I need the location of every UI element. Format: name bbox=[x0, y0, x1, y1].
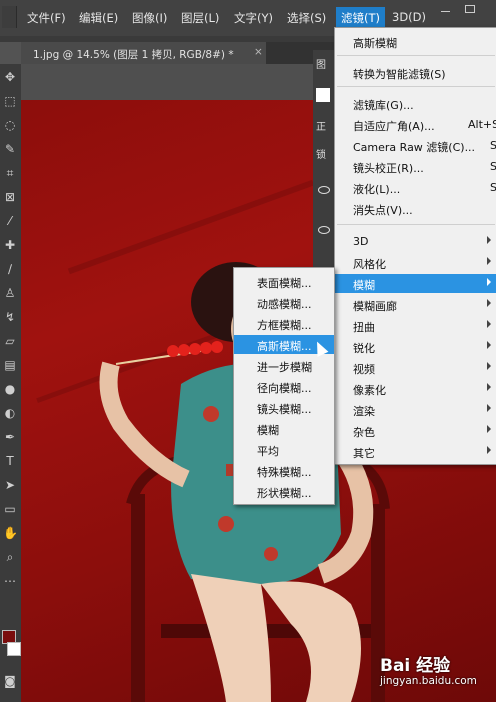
menu-item-last-filter[interactable]: 高斯模糊 bbox=[335, 32, 496, 51]
menu-item-3d[interactable]: 3D bbox=[335, 232, 496, 251]
minimize-icon[interactable] bbox=[440, 2, 452, 14]
submenu-arrow-icon bbox=[487, 341, 491, 349]
submenu-item-blur[interactable]: 模糊 bbox=[234, 419, 334, 438]
submenu-item-blur-more[interactable]: 进一步模糊 bbox=[234, 356, 334, 375]
frame-tool-icon[interactable]: ⊠ bbox=[3, 190, 17, 204]
menu-select[interactable]: 选择(S) bbox=[287, 10, 326, 26]
blur-tool-icon[interactable]: ● bbox=[3, 382, 17, 396]
gradient-tool-icon[interactable]: ▤ bbox=[3, 358, 17, 372]
zoom-tool-icon[interactable]: ⌕ bbox=[3, 550, 17, 564]
menu-item-blur[interactable]: 模糊 bbox=[335, 274, 496, 293]
document-tabs: 1.jpg @ 14.5% (图层 1 拷贝, RGB/8#) * × bbox=[21, 42, 341, 64]
submenu-arrow-icon bbox=[487, 278, 491, 286]
maximize-icon[interactable] bbox=[465, 5, 475, 13]
blur-submenu: 表面模糊... 动感模糊... 方框模糊... 高斯模糊... 进一步模糊 径向… bbox=[233, 267, 335, 505]
submenu-item-shape-blur[interactable]: 形状模糊... bbox=[234, 482, 334, 501]
hand-tool-icon[interactable]: ✋ bbox=[3, 526, 18, 540]
menu-separator bbox=[337, 224, 495, 225]
submenu-arrow-icon bbox=[487, 299, 491, 307]
text-tool-icon[interactable]: T bbox=[3, 454, 17, 468]
panel-title: 图 bbox=[316, 60, 326, 71]
menu-item-sharpen[interactable]: 锐化 bbox=[335, 337, 496, 356]
dodge-tool-icon[interactable]: ◐ bbox=[3, 406, 17, 420]
menu-item-video[interactable]: 视频 bbox=[335, 358, 496, 377]
submenu-item-box-blur[interactable]: 方框模糊... bbox=[234, 314, 334, 333]
eyedropper-tool-icon[interactable]: ⁄ bbox=[3, 214, 17, 228]
marquee-tool-icon[interactable]: ⬚ bbox=[3, 94, 17, 108]
tools-panel: ✥ ⬚ ◌ ✎ ⌗ ⊠ ⁄ ✚ ∕ ♙ ↯ ▱ ▤ ● ◐ ✒ T ➤ ▭ ✋ … bbox=[0, 64, 22, 702]
submenu-item-surface-blur[interactable]: 表面模糊... bbox=[234, 272, 334, 291]
menu-separator bbox=[337, 55, 495, 56]
menu-item-liquify[interactable]: 液化(L)... S bbox=[335, 178, 496, 197]
menu-filter[interactable]: 滤镜(T) bbox=[336, 7, 385, 29]
submenu-item-motion-blur[interactable]: 动感模糊... bbox=[234, 293, 334, 312]
shape-tool-icon[interactable]: ▭ bbox=[3, 502, 17, 516]
menu-item-render[interactable]: 渲染 bbox=[335, 400, 496, 419]
submenu-arrow-icon bbox=[487, 425, 491, 433]
menu-item-adaptive-wide-angle[interactable]: 自适应广角(A)... Alt+S bbox=[335, 115, 496, 134]
blend-mode-select[interactable]: 正 bbox=[316, 118, 326, 133]
menu-type[interactable]: 文字(Y) bbox=[234, 10, 273, 26]
submenu-arrow-icon bbox=[487, 257, 491, 265]
close-icon[interactable]: × bbox=[254, 46, 263, 58]
search-icon[interactable] bbox=[316, 88, 330, 102]
submenu-arrow-icon bbox=[487, 383, 491, 391]
menu-file[interactable]: 文件(F) bbox=[27, 10, 66, 26]
background-color-swatch[interactable] bbox=[7, 642, 21, 656]
quick-select-tool-icon[interactable]: ✎ bbox=[3, 142, 17, 156]
menu-item-blur-gallery[interactable]: 模糊画廊 bbox=[335, 295, 496, 314]
menu-item-pixelate[interactable]: 像素化 bbox=[335, 379, 496, 398]
menu-item-filter-gallery[interactable]: 滤镜库(G)... bbox=[335, 94, 496, 113]
menu-item-convert-smart-filter[interactable]: 转换为智能滤镜(S) bbox=[335, 63, 496, 82]
filter-menu: 高斯模糊 转换为智能滤镜(S) 滤镜库(G)... 自适应广角(A)... Alt… bbox=[334, 27, 496, 465]
document-tab-title: 1.jpg @ 14.5% (图层 1 拷贝, RGB/8#) * bbox=[33, 49, 234, 61]
submenu-arrow-icon bbox=[487, 446, 491, 454]
menu-item-other[interactable]: 其它 bbox=[335, 442, 496, 461]
menu-item-distort[interactable]: 扭曲 bbox=[335, 316, 496, 335]
menu-item-vanishing-point[interactable]: 消失点(V)... bbox=[335, 199, 496, 218]
path-select-tool-icon[interactable]: ➤ bbox=[3, 478, 17, 492]
submenu-item-average[interactable]: 平均 bbox=[234, 440, 334, 459]
submenu-item-radial-blur[interactable]: 径向模糊... bbox=[234, 377, 334, 396]
menu-edit[interactable]: 编辑(E) bbox=[79, 10, 118, 26]
menu-layer[interactable]: 图层(L) bbox=[181, 10, 219, 26]
healing-tool-icon[interactable]: ✚ bbox=[3, 238, 17, 252]
document-tab[interactable]: 1.jpg @ 14.5% (图层 1 拷贝, RGB/8#) * × bbox=[21, 42, 266, 64]
menu-item-stylize[interactable]: 风格化 bbox=[335, 253, 496, 272]
brush-tool-icon[interactable]: ∕ bbox=[3, 262, 17, 276]
stamp-tool-icon[interactable]: ♙ bbox=[3, 286, 17, 300]
menu-item-noise[interactable]: 杂色 bbox=[335, 421, 496, 440]
submenu-arrow-icon bbox=[487, 362, 491, 370]
crop-tool-icon[interactable]: ⌗ bbox=[3, 166, 17, 180]
quick-mask-icon[interactable]: ◙ bbox=[3, 674, 17, 688]
submenu-item-smart-blur[interactable]: 特殊模糊... bbox=[234, 461, 334, 480]
menu-image[interactable]: 图像(I) bbox=[132, 10, 167, 26]
submenu-arrow-icon bbox=[487, 236, 491, 244]
app-icon bbox=[2, 6, 17, 28]
submenu-arrow-icon bbox=[487, 320, 491, 328]
submenu-item-lens-blur[interactable]: 镜头模糊... bbox=[234, 398, 334, 417]
pen-tool-icon[interactable]: ✒ bbox=[3, 430, 17, 444]
lock-label: 锁 bbox=[316, 150, 326, 161]
lasso-tool-icon[interactable]: ◌ bbox=[3, 118, 17, 132]
visibility-eye-icon[interactable] bbox=[318, 226, 330, 234]
menu-3d[interactable]: 3D(D) bbox=[392, 10, 426, 24]
submenu-arrow-icon bbox=[487, 404, 491, 412]
eraser-tool-icon[interactable]: ▱ bbox=[3, 334, 17, 348]
more-tools-icon[interactable]: ⋯ bbox=[3, 574, 17, 588]
watermark-url: jingyan.baidu.com bbox=[380, 675, 477, 687]
menu-separator bbox=[337, 86, 495, 87]
history-brush-icon[interactable]: ↯ bbox=[3, 310, 17, 324]
watermark-logo: Bai 经验 bbox=[380, 656, 451, 676]
menu-item-lens-correction[interactable]: 镜头校正(R)... S bbox=[335, 157, 496, 176]
menu-item-camera-raw[interactable]: Camera Raw 滤镜(C)... S bbox=[335, 136, 496, 155]
move-tool-icon[interactable]: ✥ bbox=[3, 70, 17, 84]
visibility-eye-icon[interactable] bbox=[318, 186, 330, 194]
